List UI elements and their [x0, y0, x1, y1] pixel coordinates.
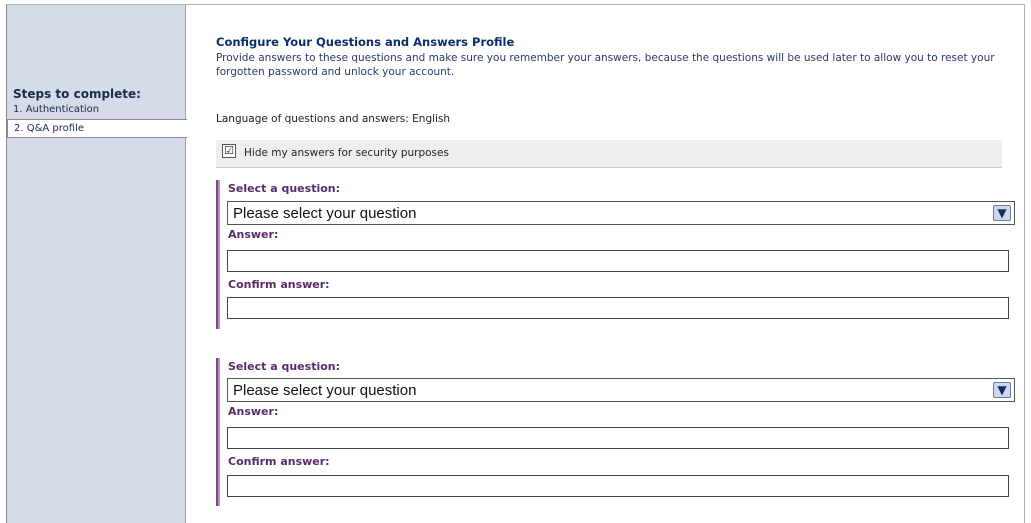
- answer-field[interactable]: [227, 250, 1009, 272]
- steps-title: Steps to complete:: [13, 87, 141, 101]
- answer-field[interactable]: [227, 427, 1009, 449]
- language-value: English: [412, 113, 451, 125]
- chevron-down-icon[interactable]: ▼: [993, 205, 1011, 221]
- intro-text: Provide answers to these questions and m…: [216, 52, 995, 78]
- question-select[interactable]: Please select your question ▼: [227, 201, 1015, 225]
- question-select-value: Please select your question: [233, 382, 417, 399]
- confirm-answer-field[interactable]: [227, 475, 1009, 497]
- confirm-answer-field[interactable]: [227, 297, 1009, 319]
- step-authentication[interactable]: 1. Authentication: [7, 101, 186, 120]
- steps-sidebar: [7, 5, 186, 523]
- question-select[interactable]: Please select your question ▼: [227, 378, 1015, 402]
- question-block-2: Select a question: Please select your qu…: [216, 358, 1016, 506]
- answer-label: Answer:: [228, 405, 279, 418]
- hide-answers-row: ☑ Hide my answers for security purposes: [216, 140, 1002, 168]
- answer-label: Answer:: [228, 228, 279, 241]
- language-label: Language of questions and answers:: [216, 113, 409, 125]
- hide-answers-checkbox[interactable]: ☑: [222, 144, 236, 158]
- confirm-answer-label: Confirm answer:: [228, 278, 330, 291]
- step-qa-profile[interactable]: 2. Q&A profile: [7, 119, 187, 138]
- question-select-value: Please select your question: [233, 205, 417, 222]
- chevron-down-icon[interactable]: ▼: [993, 382, 1011, 398]
- question-block-1: Select a question: Please select your qu…: [216, 180, 1016, 329]
- select-question-label: Select a question:: [228, 182, 341, 195]
- confirm-answer-label: Confirm answer:: [228, 455, 330, 468]
- page-title: Configure Your Questions and Answers Pro…: [216, 35, 515, 49]
- block-rule: [216, 358, 220, 506]
- language-row: Language of questions and answers: Engli…: [216, 113, 450, 125]
- hide-answers-label[interactable]: Hide my answers for security purposes: [244, 147, 449, 159]
- select-question-label: Select a question:: [228, 360, 341, 373]
- block-rule: [216, 180, 220, 329]
